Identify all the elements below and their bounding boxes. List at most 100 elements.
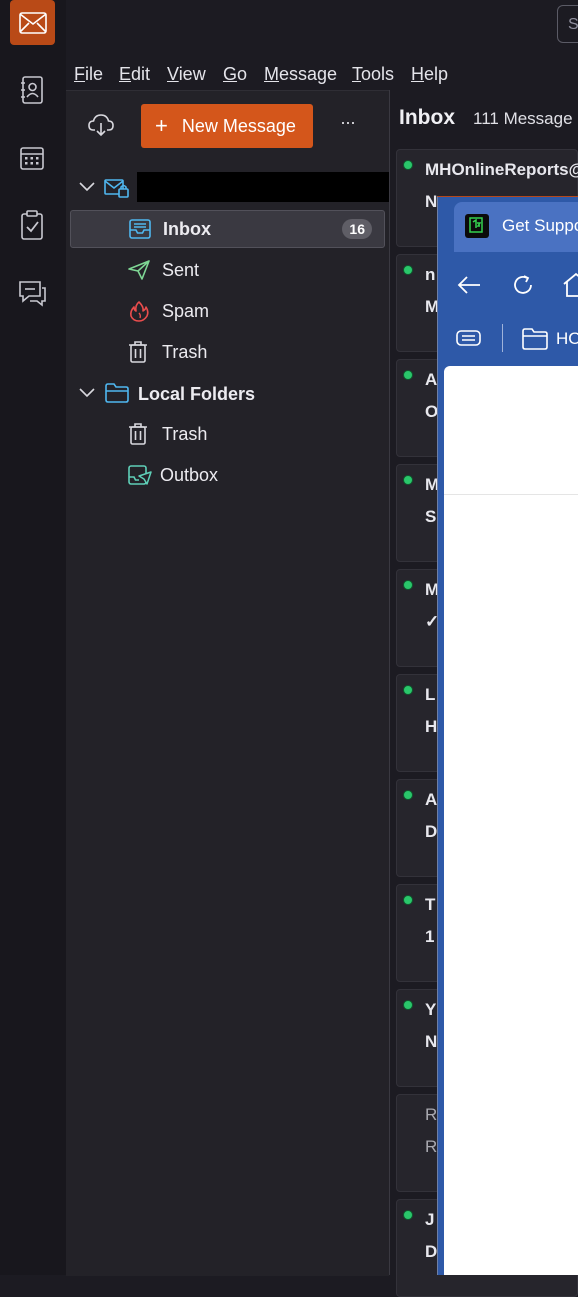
message-sender: Y: [425, 1000, 437, 1019]
unified-toolbar: [66, 0, 578, 58]
bookmark-folder-icon: [522, 328, 548, 355]
message-sender: MHOnlineReports@: [425, 160, 578, 179]
message-sender: n: [425, 265, 436, 284]
spam-flame-icon: [128, 300, 154, 322]
tab-title: Get Suppo: [502, 216, 578, 235]
folder-label: Spam: [162, 300, 210, 321]
new-message-label: New Message: [181, 115, 296, 136]
menu-go-label: o: [237, 64, 248, 84]
menu-view-label: iew: [178, 64, 206, 84]
message-subject: R: [425, 1137, 438, 1156]
menu-edit[interactable]: Edit: [119, 64, 150, 85]
address-book-icon[interactable]: [14, 72, 50, 108]
unread-count-badge: 16: [342, 219, 372, 239]
account-twisty-icon[interactable]: [78, 178, 98, 198]
menu-file[interactable]: File: [74, 64, 103, 85]
browser-tab[interactable]: Get Suppo: [454, 202, 578, 252]
message-subject: H: [425, 717, 438, 736]
toolbar-separator: [502, 324, 503, 352]
home-icon[interactable]: [562, 272, 578, 303]
account-name-redacted[interactable]: [137, 172, 408, 202]
menu-edit-label: dit: [131, 64, 151, 84]
message-count: 111 Message: [473, 109, 573, 128]
message-sender: A: [425, 790, 438, 809]
new-message-button[interactable]: + New Message: [141, 104, 313, 148]
folder-title: Inbox: [399, 106, 455, 129]
message-subject: D: [425, 1242, 438, 1261]
global-search-input[interactable]: S: [557, 5, 578, 43]
sent-icon: [128, 260, 154, 280]
trash-icon: [128, 423, 154, 445]
message-sender: L: [425, 685, 436, 704]
message-sender: J: [425, 1210, 435, 1229]
local-folders-twisty-icon[interactable]: [78, 384, 98, 404]
menu-tools[interactable]: Tools: [352, 64, 394, 85]
menu-help-accel: H: [411, 64, 424, 84]
trash-icon: [128, 341, 154, 363]
browser-toolbar: HO: [444, 260, 578, 360]
folder-sent[interactable]: Sent: [70, 251, 385, 289]
unread-dot-icon[interactable]: [403, 265, 413, 275]
mail-space-icon[interactable]: [10, 0, 55, 45]
folder-label: Trash: [162, 423, 208, 444]
message-subject: 1: [425, 927, 435, 946]
unread-dot-icon[interactable]: [403, 790, 413, 800]
menu-go[interactable]: Go: [223, 64, 247, 85]
folder-label: Inbox: [163, 218, 211, 239]
spaces-toolbar: [0, 0, 66, 1275]
bookmark-label[interactable]: HO: [556, 329, 578, 349]
menu-message-accel: M: [264, 64, 279, 84]
unread-dot-icon[interactable]: [403, 160, 413, 170]
message-subject: D: [425, 822, 438, 841]
unread-dot-icon[interactable]: [403, 895, 413, 905]
menu-message[interactable]: Message: [264, 64, 337, 85]
message-subject: N: [425, 1032, 438, 1051]
menu-tools-accel: T: [352, 64, 361, 84]
menu-view-accel: V: [167, 64, 179, 84]
unread-dot-icon[interactable]: [403, 580, 413, 590]
unread-dot-icon[interactable]: [403, 685, 413, 695]
folder-label: Trash: [162, 341, 208, 362]
menu-file-label: ile: [85, 64, 104, 84]
message-sender: R: [425, 1105, 438, 1124]
folder-outbox[interactable]: Outbox: [70, 456, 385, 494]
menu-help[interactable]: Help: [411, 64, 448, 85]
plus-icon: +: [155, 113, 168, 138]
chat-icon[interactable]: [14, 275, 50, 311]
folder-label: Outbox: [160, 464, 219, 485]
menu-tools-label: ools: [361, 64, 395, 84]
message-sender: A: [425, 370, 438, 389]
local-folders-icon: [105, 383, 129, 405]
folder-pane-menu-icon[interactable]: ···: [340, 112, 356, 133]
menu-go-accel: G: [223, 64, 238, 84]
folder-inbox[interactable]: Inbox 16: [70, 210, 385, 248]
unread-dot-icon[interactable]: [403, 370, 413, 380]
unread-dot-icon[interactable]: [403, 475, 413, 485]
tasks-icon[interactable]: [14, 207, 50, 243]
unread-dot-icon[interactable]: [403, 1000, 413, 1010]
back-arrow-icon[interactable]: [456, 273, 482, 302]
get-messages-icon[interactable]: [88, 112, 114, 138]
folder-trash[interactable]: Trash: [70, 333, 385, 371]
folder-local-trash[interactable]: Trash: [70, 415, 385, 453]
tab-group-icon[interactable]: [456, 329, 482, 352]
menu-help-label: elp: [424, 64, 449, 84]
account-icon: [104, 177, 130, 199]
message-subject: S: [425, 507, 437, 526]
message-sender: T: [425, 895, 436, 914]
menu-message-label: essage: [279, 64, 338, 84]
inbox-icon: [129, 219, 155, 239]
content-divider: [444, 494, 578, 495]
reload-icon[interactable]: [511, 273, 535, 302]
menu-view[interactable]: View: [167, 64, 206, 85]
folder-spam[interactable]: Spam: [70, 292, 385, 330]
thread-pane-header: Inbox 111 Message: [390, 90, 578, 146]
calendar-icon[interactable]: [14, 140, 50, 176]
unread-dot-icon[interactable]: [403, 1210, 413, 1220]
site-favicon-icon: [465, 214, 489, 238]
menu-file-accel: F: [74, 64, 85, 84]
local-folders-label[interactable]: Local Folders: [138, 384, 255, 405]
folder-label: Sent: [162, 259, 200, 280]
browser-content[interactable]: [444, 366, 578, 1275]
menu-edit-accel: E: [119, 64, 132, 84]
